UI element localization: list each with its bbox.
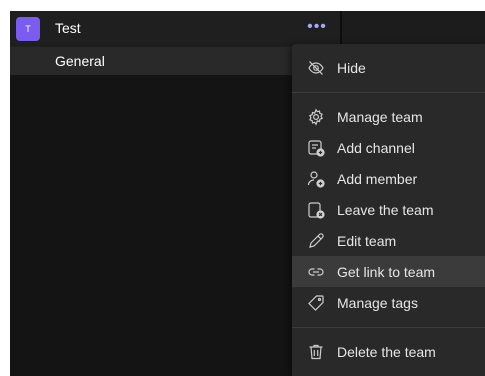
more-options-button[interactable]: ••• — [306, 17, 328, 39]
menu-item-edit-team[interactable]: Edit team — [292, 225, 485, 256]
add-channel-icon — [307, 139, 325, 157]
menu-separator — [292, 92, 485, 93]
menu-item-label: Manage team — [337, 109, 423, 125]
channel-label: General — [55, 53, 105, 69]
menu-separator — [292, 327, 485, 328]
link-icon — [307, 263, 325, 281]
menu-item-label: Delete the team — [337, 344, 436, 360]
tag-icon — [307, 294, 325, 312]
add-member-icon — [307, 170, 325, 188]
menu-item-get-link[interactable]: Get link to team — [292, 256, 485, 287]
team-avatar: T — [16, 17, 40, 41]
team-row[interactable]: T Test ••• — [10, 11, 340, 47]
menu-item-label: Manage tags — [337, 295, 418, 311]
menu-item-add-member[interactable]: Add member — [292, 163, 485, 194]
menu-item-add-channel[interactable]: Add channel — [292, 132, 485, 163]
leave-team-icon — [307, 201, 325, 219]
menu-item-manage-team[interactable]: Manage team — [292, 101, 485, 132]
menu-item-label: Edit team — [337, 233, 397, 249]
menu-item-label: Hide — [337, 60, 366, 76]
menu-item-manage-tags[interactable]: Manage tags — [292, 287, 485, 318]
menu-item-label: Add member — [337, 171, 418, 187]
trash-icon — [307, 343, 325, 361]
hide-icon — [307, 59, 325, 77]
menu-item-label: Get link to team — [337, 264, 436, 280]
menu-item-leave-team[interactable]: Leave the team — [292, 194, 485, 225]
menu-item-label: Add channel — [337, 140, 415, 156]
pencil-icon — [307, 232, 325, 250]
menu-item-hide[interactable]: Hide — [292, 52, 485, 83]
header-pane — [342, 11, 485, 47]
menu-item-delete-team[interactable]: Delete the team — [292, 336, 485, 367]
gear-icon — [307, 108, 325, 126]
team-name[interactable]: Test — [55, 20, 81, 36]
menu-item-label: Leave the team — [337, 202, 434, 218]
channel-item-general[interactable]: General — [10, 47, 340, 75]
teams-sidebar: T Test ••• General — [10, 11, 340, 376]
team-context-menu: Hide Manage team Add channel Add member … — [292, 44, 485, 376]
